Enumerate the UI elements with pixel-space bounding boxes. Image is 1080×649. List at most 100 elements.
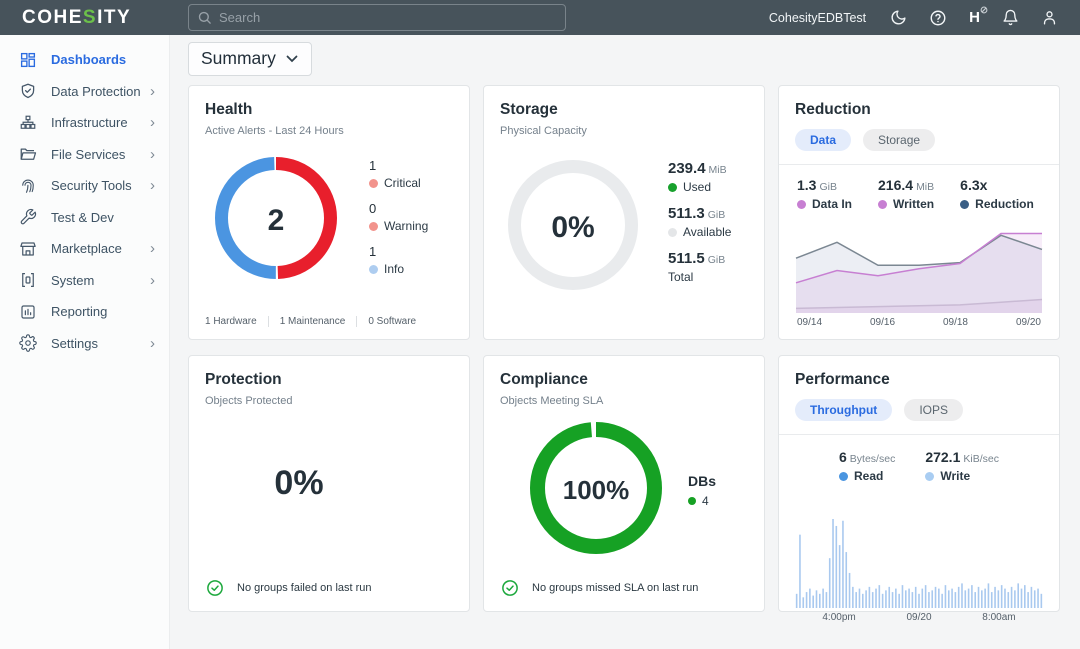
sidebar-item-security-tools[interactable]: Security Tools › (0, 170, 169, 202)
sidebar-item-label: Security Tools (51, 178, 132, 193)
sidebar-item-dashboards[interactable]: Dashboards (0, 44, 169, 76)
sidebar-item-label: Infrastructure (51, 115, 128, 130)
legend-item-info: 1 Info (369, 244, 428, 276)
tab-throughput[interactable]: Throughput (795, 399, 892, 421)
check-circle-icon (206, 579, 224, 597)
device-brackets-icon (19, 271, 38, 290)
reduction-stats: 1.3GiB Data In 216.4MiB Written 6.3x Red… (779, 165, 1059, 215)
compliance-card: Compliance Objects Meeting SLA 100% DBs … (483, 355, 765, 612)
available-dot (668, 228, 677, 237)
chevron-right-icon: › (150, 273, 155, 288)
sidebar-item-file-services[interactable]: File Services › (0, 139, 169, 171)
legend-item-available: 511.3GiB Available (668, 205, 731, 239)
shield-check-icon (19, 82, 38, 101)
legend-item-total: 511.5GiB Total (668, 250, 731, 284)
dark-mode-moon-icon[interactable] (890, 9, 907, 26)
stat-read: 6Bytes/sec Read (839, 449, 895, 483)
performance-x-axis: 4:00pm09/20 8:00am (797, 612, 1041, 623)
cluster-name: CohesityEDBTest (769, 11, 866, 25)
card-title: Health (205, 101, 453, 119)
info-dot (369, 265, 378, 274)
sidebar-item-label: Marketplace (51, 241, 122, 256)
legend-item-used: 239.4MiB Used (668, 160, 731, 194)
written-dot (878, 200, 887, 209)
sidebar-nav: Dashboards Data Protection › Infrastruct… (0, 35, 170, 649)
health-total-alerts: 2 (215, 157, 337, 284)
sidebar-item-label: System (51, 273, 94, 288)
global-search[interactable] (188, 4, 566, 31)
search-icon (197, 10, 212, 25)
compliance-legend: DBs 4 (688, 473, 716, 508)
reduction-tabs: Data Storage (795, 129, 1043, 151)
stat-reduction-ratio: 6.3x Reduction (960, 177, 1034, 211)
sidebar-item-marketplace[interactable]: Marketplace › (0, 233, 169, 265)
compliance-donut-chart: 100% (530, 422, 662, 559)
stat-data-in: 1.3GiB Data In (797, 177, 852, 211)
sidebar-item-infrastructure[interactable]: Infrastructure › (0, 107, 169, 139)
fingerprint-icon (19, 176, 38, 195)
health-donut-chart: 2 (215, 157, 337, 284)
tab-data[interactable]: Data (795, 129, 851, 151)
storage-card: Storage Physical Capacity 0% 239.4MiB Us… (483, 85, 765, 340)
storage-donut-chart: 0% (508, 160, 638, 295)
sidebar-item-label: Test & Dev (51, 210, 114, 225)
performance-stats: 6Bytes/sec Read 272.1KiB/sec Write (779, 435, 1059, 487)
card-title: Performance (795, 371, 1043, 389)
logo-text: COHE (22, 7, 83, 28)
card-subtitle: Objects Protected (205, 395, 453, 407)
performance-tabs: Throughput IOPS (795, 399, 1043, 421)
sidebar-item-data-protection[interactable]: Data Protection › (0, 76, 169, 108)
search-input[interactable] (219, 10, 557, 25)
helios-icon[interactable]: H (969, 10, 980, 25)
health-legend: 1 Critical 0 Warning 1 Info (369, 158, 428, 287)
card-subtitle: Objects Meeting SLA (500, 395, 748, 407)
protection-status-note: No groups failed on last run (206, 579, 372, 597)
sidebar-item-settings[interactable]: Settings › (0, 328, 169, 360)
sidebar-item-reporting[interactable]: Reporting (0, 296, 169, 328)
chevron-down-icon (286, 55, 298, 63)
sidebar-item-label: File Services (51, 147, 125, 162)
user-account-icon[interactable] (1041, 9, 1058, 26)
logo-text: ITY (97, 7, 131, 28)
chevron-right-icon: › (150, 241, 155, 256)
card-subtitle: Active Alerts - Last 24 Hours (205, 125, 453, 137)
cohesity-logo: COHESITY (0, 7, 170, 29)
reduction-card: Reduction Data Storage 1.3GiB Data In 21… (778, 85, 1060, 340)
storage-legend: 239.4MiB Used 511.3GiB Available 511.5Gi… (668, 160, 731, 295)
storage-used-percent: 0% (508, 160, 638, 295)
view-selector-label: Summary (201, 48, 276, 69)
sidebar-item-label: Reporting (51, 304, 107, 319)
critical-dot (369, 179, 378, 188)
chevron-right-icon: › (150, 115, 155, 130)
sidebar-item-label: Settings (51, 336, 98, 351)
legend-item-warning: 0 Warning (369, 201, 428, 233)
health-card: Health Active Alerts - Last 24 Hours 2 1… (188, 85, 470, 340)
notifications-bell-icon[interactable] (1002, 9, 1019, 26)
gear-icon (19, 334, 38, 353)
help-icon[interactable] (929, 9, 947, 27)
compliance-percent: 100% (530, 422, 662, 559)
reduction-dot (960, 200, 969, 209)
topbar-actions: CohesityEDBTest H (769, 9, 1080, 27)
data-in-dot (797, 200, 806, 209)
sidebar-item-test-dev[interactable]: Test & Dev (0, 202, 169, 234)
performance-spike-chart (795, 513, 1043, 608)
storefront-icon (19, 239, 38, 258)
reduction-area-chart (795, 217, 1043, 313)
sidebar-item-label: Dashboards (51, 52, 126, 67)
reduction-x-axis: 09/1409/16 09/1809/20 (797, 317, 1041, 328)
card-title: Reduction (795, 101, 1043, 119)
dashboard-view-selector[interactable]: Summary (188, 42, 312, 76)
card-title: Protection (205, 371, 453, 389)
protection-percent: 0% (189, 464, 409, 503)
sidebar-item-label: Data Protection (51, 84, 141, 99)
health-footer-breakdown: 1 Hardware 1 Maintenance 0 Software (205, 316, 457, 327)
tab-storage[interactable]: Storage (863, 129, 935, 151)
dbs-dot (688, 497, 696, 505)
helios-letter: H (969, 10, 980, 25)
sidebar-item-system[interactable]: System › (0, 265, 169, 297)
wrench-icon (19, 208, 38, 227)
tab-iops[interactable]: IOPS (904, 399, 963, 421)
top-bar: COHESITY CohesityEDBTest H (0, 0, 1080, 35)
bar-chart-icon (19, 302, 38, 321)
